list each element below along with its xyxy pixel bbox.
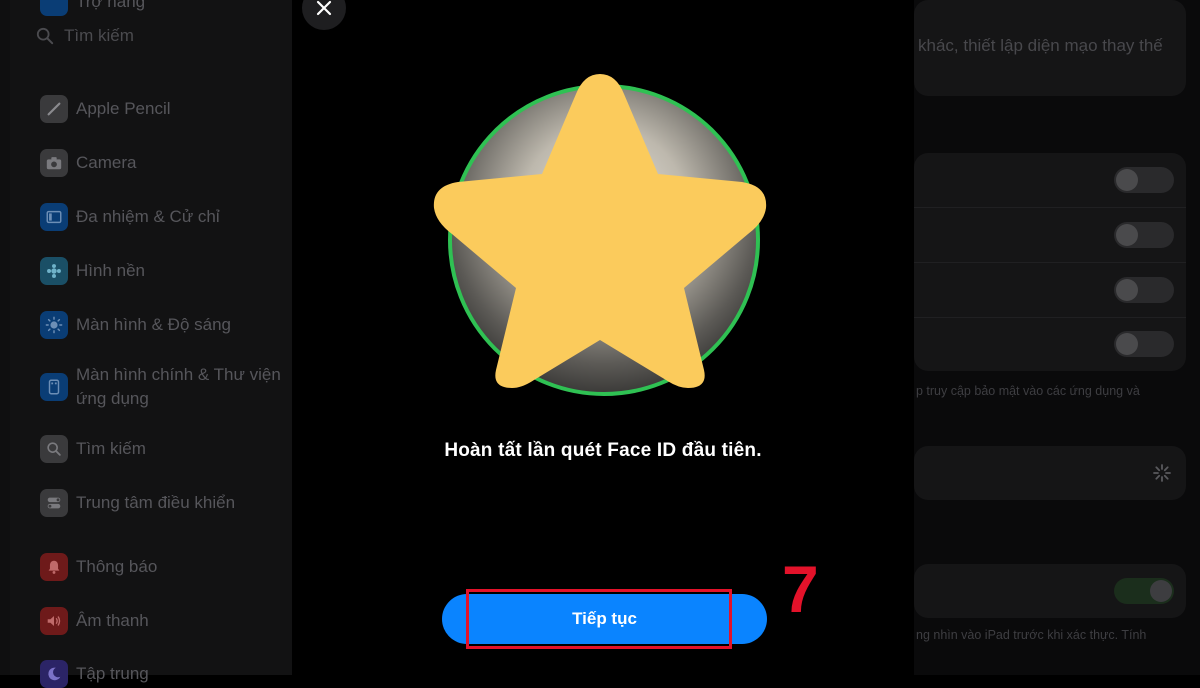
search-placeholder: Tìm kiếm — [64, 26, 134, 45]
tutorial-step-number: 7 — [782, 552, 819, 626]
star-sticker-icon — [433, 74, 767, 388]
sidebar-item-label: Màn hình & Độ sáng — [76, 315, 231, 334]
sidebar-item-display-brightness[interactable]: Màn hình & Độ sáng — [40, 311, 286, 339]
divider — [914, 207, 1186, 208]
search-icon — [40, 435, 68, 463]
attention-footer-text: ng nhìn vào iPad trước khi xác thực. Tín… — [916, 628, 1147, 642]
sidebar-item-label: Màn hình chính & Thư viện ứng dụng — [76, 365, 281, 408]
pencil-icon — [40, 95, 68, 123]
close-icon — [316, 0, 332, 16]
detail-card-require-attention — [914, 564, 1186, 618]
search-icon — [36, 27, 54, 45]
control-center-icon — [40, 489, 68, 517]
sidebar-item-label: Camera — [76, 153, 137, 172]
face-id-toggle-1[interactable] — [1114, 167, 1174, 193]
face-id-complete-message: Hoàn tất lần quét Face ID đầu tiên. — [444, 440, 762, 461]
sidebar-item-label: Đa nhiệm & Cử chỉ — [76, 207, 220, 226]
wallpaper-icon — [40, 257, 68, 285]
detail-card-face-id-options — [914, 153, 1186, 371]
divider — [914, 262, 1186, 263]
sidebar-item-label: Thông báo — [76, 557, 158, 576]
tutorial-highlight-box — [466, 589, 732, 649]
home-screen-icon — [40, 373, 68, 401]
sidebar-item-label: Trợ năng — [76, 0, 146, 11]
sidebar-item-sounds[interactable]: Âm thanh — [40, 607, 286, 635]
sidebar-item-camera[interactable]: Camera — [40, 149, 286, 177]
sidebar-item-notifications[interactable]: Thông báo — [40, 553, 286, 581]
sidebar-item-wallpaper[interactable]: Hình nền — [40, 257, 286, 285]
alternate-appearance-text: khác, thiết lập diện mạo thay thế — [918, 36, 1163, 55]
security-footer-text: p truy cập bảo mật vào các ứng dụng và — [916, 384, 1140, 398]
sidebar-item-label: Trung tâm điều khiển — [76, 493, 236, 512]
sidebar-item-label: Tập trung — [76, 664, 149, 683]
sidebar-item-apple-pencil[interactable]: Apple Pencil — [40, 95, 286, 123]
multitasking-icon — [40, 203, 68, 231]
loading-spinner-icon — [1153, 464, 1171, 482]
sidebar-item-multitasking[interactable]: Đa nhiệm & Cử chỉ — [40, 203, 286, 231]
sidebar-item-focus[interactable]: Tập trung — [40, 660, 286, 688]
sidebar-item-label: Tìm kiếm — [76, 439, 146, 458]
search-input[interactable]: Tìm kiếm — [36, 26, 134, 46]
detail-card-alternate-appearance[interactable]: khác, thiết lập diện mạo thay thế — [914, 0, 1186, 96]
sidebar-item-control-center[interactable]: Trung tâm điều khiển — [40, 489, 286, 517]
brightness-icon — [40, 311, 68, 339]
settings-detail-panel: khác, thiết lập diện mạo thay thế p truy… — [914, 0, 1200, 675]
detail-card-set-up-alternate[interactable] — [914, 446, 1186, 500]
sidebar-item-accessibility[interactable]: Trợ năng — [40, 0, 286, 16]
require-attention-toggle[interactable] — [1114, 578, 1174, 604]
face-id-toggle-2[interactable] — [1114, 222, 1174, 248]
face-id-toggle-4[interactable] — [1114, 331, 1174, 357]
sound-icon — [40, 607, 68, 635]
accessibility-icon — [40, 0, 68, 16]
divider — [914, 317, 1186, 318]
camera-icon — [40, 149, 68, 177]
sidebar-item-home-screen[interactable]: Màn hình chính & Thư viện ứng dụng — [40, 363, 286, 411]
sidebar-item-label: Âm thanh — [76, 611, 149, 630]
sidebar-item-label: Hình nền — [76, 261, 145, 280]
focus-icon — [40, 660, 68, 688]
notification-icon — [40, 553, 68, 581]
sidebar-item-search[interactable]: Tìm kiếm — [40, 435, 286, 463]
settings-sidebar: Trợ năng Tìm kiếm Apple Pencil Camera Đa… — [0, 0, 292, 688]
sidebar-item-label: Apple Pencil — [76, 99, 171, 118]
face-id-toggle-3[interactable] — [1114, 277, 1174, 303]
